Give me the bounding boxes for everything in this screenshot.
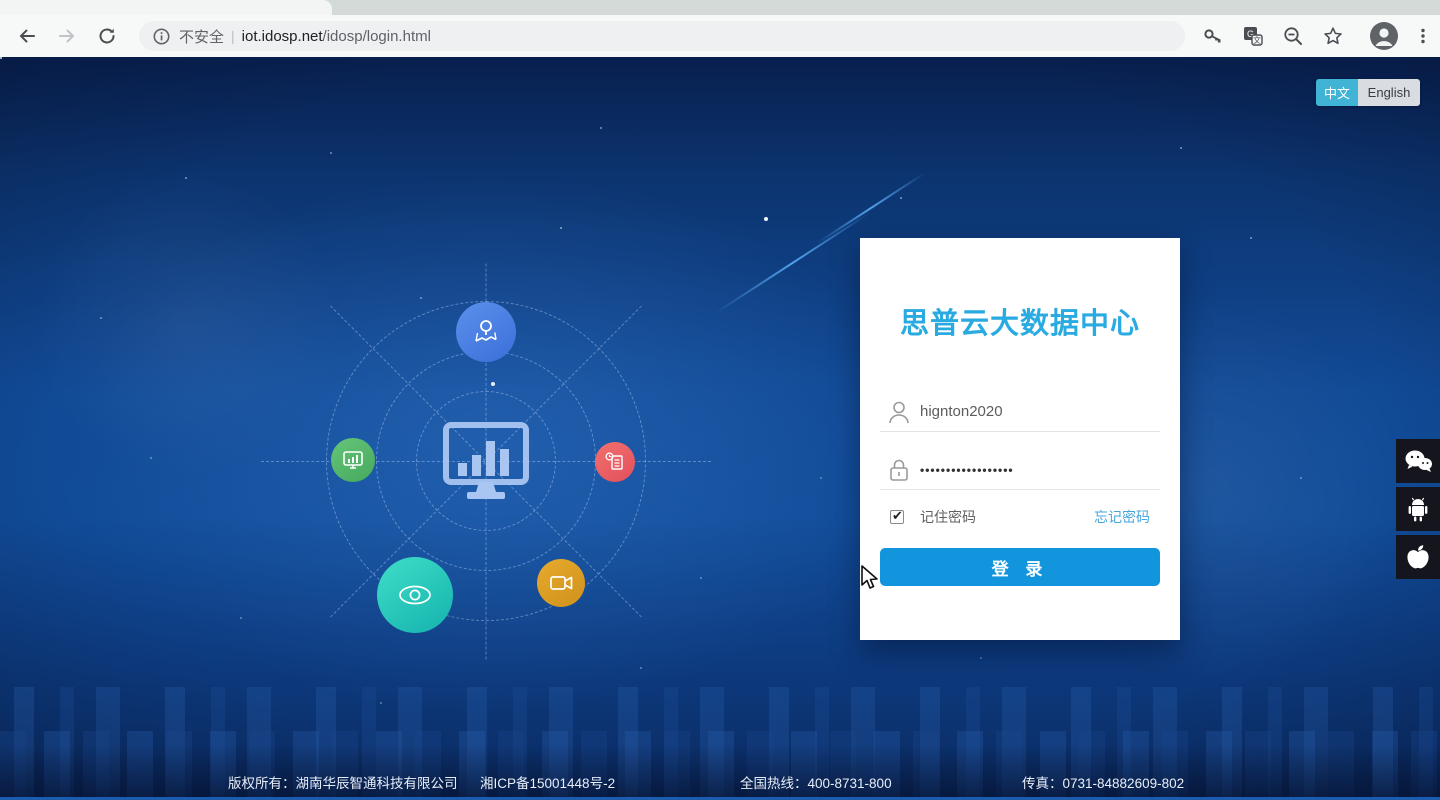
dashboard-monitor-icon <box>443 422 529 499</box>
forward-button[interactable] <box>53 22 81 50</box>
map-location-icon <box>475 320 497 342</box>
footer-hotline: 全国热线：400-8731-800 <box>740 776 892 791</box>
eye-monitoring-node <box>377 557 453 633</box>
device-monitor-icon <box>343 451 363 469</box>
login-button[interactable]: 登 录 <box>880 548 1160 586</box>
browser-toolbar: 不安全 | iot.idosp.net/idosp/login.html G 文 <box>0 15 1440 57</box>
translate-button[interactable]: G 文 <box>1239 22 1267 50</box>
key-icon <box>1204 29 1221 43</box>
bookmark-star-button[interactable] <box>1319 22 1347 50</box>
browser-active-tab[interactable] <box>0 0 332 15</box>
zoom-out-button[interactable] <box>1279 22 1307 50</box>
footer: 版权所有：湖南华辰智通科技有限公司 湘ICP备15001448号-2 全国热线：… <box>0 772 1440 791</box>
checkbox-check-icon: ✔ <box>892 508 903 523</box>
lang-chinese-button[interactable]: 中文 <box>1316 79 1358 106</box>
language-toggle: 中文 English <box>1316 79 1420 106</box>
remember-checkbox[interactable]: ✔ <box>890 508 904 524</box>
star-icon <box>1324 27 1342 45</box>
lang-english-button[interactable]: English <box>1358 79 1420 106</box>
password-field-row <box>880 450 1160 490</box>
svg-text:文: 文 <box>1253 35 1261 45</box>
footer-copyright: 版权所有：湖南华辰智通科技有限公司 <box>228 776 458 791</box>
reload-icon <box>99 28 115 44</box>
saved-passwords-button[interactable] <box>1199 22 1227 50</box>
profile-avatar-icon <box>1370 22 1398 50</box>
back-button[interactable] <box>13 22 41 50</box>
report-document-node <box>595 442 635 482</box>
mouse-cursor <box>861 565 878 589</box>
apple-button[interactable] <box>1396 535 1440 579</box>
translate-icon: G 文 <box>1244 27 1263 46</box>
profile-button[interactable] <box>1369 21 1399 51</box>
map-location-node <box>456 302 516 362</box>
social-rail <box>1396 439 1440 579</box>
video-camera-node <box>537 559 585 607</box>
username-field-row <box>880 392 1160 432</box>
zoom-out-icon <box>1284 27 1302 45</box>
apple-icon <box>1407 545 1429 569</box>
wechat-icon <box>1405 450 1432 472</box>
security-label: 不安全 <box>179 28 225 46</box>
video-camera-icon <box>550 576 573 590</box>
reload-button[interactable] <box>93 22 121 50</box>
login-page: 中文 English 思普云大数据中心 ✔ 记住密码 忘记密码 登 录 <box>0 57 1440 800</box>
forward-arrow-icon <box>59 29 75 43</box>
username-input[interactable] <box>920 403 1140 420</box>
wechat-button[interactable] <box>1396 439 1440 483</box>
back-arrow-icon <box>19 29 35 43</box>
remember-label: 记住密码 <box>920 509 976 525</box>
browser-tab-strip <box>0 0 1440 15</box>
android-button[interactable] <box>1396 487 1440 531</box>
forgot-password-link[interactable]: 忘记密码 <box>1094 507 1150 527</box>
kebab-menu-icon <box>1421 28 1425 44</box>
page-title: 思普云大数据中心 <box>899 308 1140 340</box>
login-card: 思普云大数据中心 ✔ 记住密码 忘记密码 登 录 <box>860 238 1180 640</box>
url-host: iot.idosp.net <box>241 27 323 45</box>
page-info-icon[interactable] <box>153 28 170 45</box>
eye-icon <box>399 585 431 605</box>
address-bar[interactable]: 不安全 | iot.idosp.net/idosp/login.html <box>139 21 1185 51</box>
device-monitor-node <box>331 438 375 482</box>
background-stars <box>0 57 2 59</box>
user-icon <box>889 401 909 423</box>
lock-icon <box>890 459 908 481</box>
footer-icp-number: 湘ICP备15001448号-2 <box>480 776 616 791</box>
remember-row: ✔ 记住密码 忘记密码 <box>880 506 1160 528</box>
password-input[interactable] <box>920 462 1140 477</box>
url-separator: | <box>231 28 235 44</box>
footer-fax: 传真：0731-84882609-802 <box>1022 776 1185 791</box>
report-document-icon <box>605 452 623 470</box>
url-path: /idosp/login.html <box>322 27 431 45</box>
chrome-menu-button[interactable] <box>1409 22 1437 50</box>
android-icon <box>1408 497 1428 522</box>
